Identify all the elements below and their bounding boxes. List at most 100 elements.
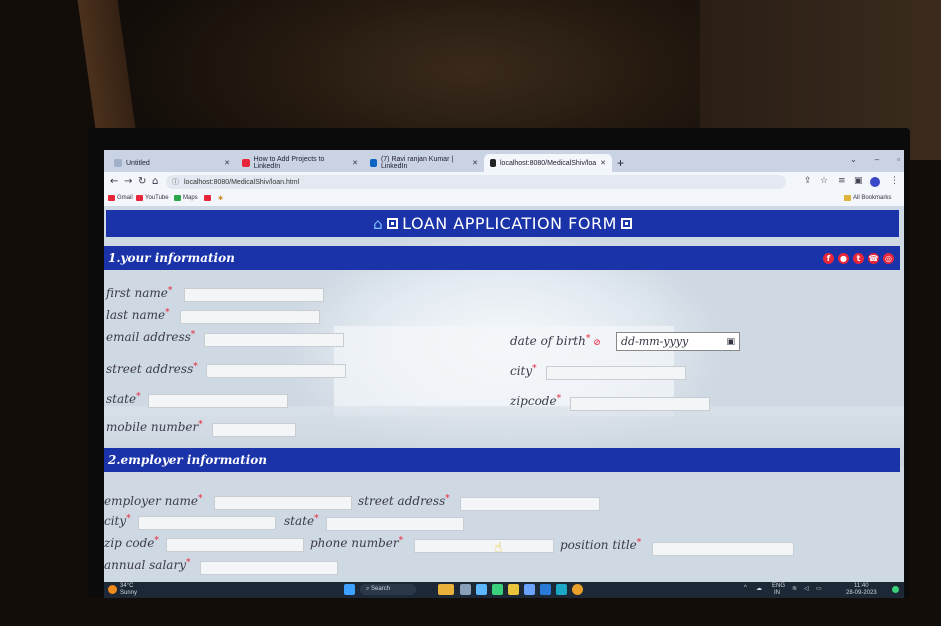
teams-icon[interactable] xyxy=(476,584,487,595)
employer-city-input[interactable] xyxy=(138,516,276,530)
language-label[interactable]: ENG xyxy=(772,583,785,589)
bookmark-label: YouTube xyxy=(145,195,169,201)
home-icon[interactable]: ⌂ xyxy=(152,176,158,187)
tab-label: Untitled xyxy=(126,159,150,167)
position-title-label: position title* xyxy=(560,538,642,552)
maximize-icon[interactable]: ▫ xyxy=(897,155,900,164)
calendar-icon[interactable]: ▣ xyxy=(726,337,735,347)
street-address-label: street address* xyxy=(106,362,198,376)
forward-icon[interactable]: → xyxy=(124,176,132,187)
close-icon[interactable]: ✕ xyxy=(472,159,478,167)
tab-untitled[interactable]: Untitled ✕ xyxy=(108,154,236,172)
employer-street-label: street address* xyxy=(358,494,450,508)
folder-icon xyxy=(844,195,851,201)
mobile-number-label: mobile number* xyxy=(106,420,203,434)
share-icon[interactable]: ⇪ xyxy=(804,176,812,186)
employer-zip-label: zip code* xyxy=(104,536,159,550)
date-of-birth-input[interactable]: dd-mm-yyyy ▣ xyxy=(616,332,740,351)
facebook-icon[interactable]: f xyxy=(823,252,834,264)
windows-start-icon[interactable] xyxy=(344,584,355,595)
tab-linkedin[interactable]: (7) Ravi ranjan Kumar | LinkedIn ✕ xyxy=(364,154,484,172)
bookmark-gmail[interactable]: Gmail xyxy=(108,195,133,201)
twitter-icon[interactable]: t xyxy=(853,252,864,264)
clock-time[interactable]: 11:40 xyxy=(854,583,869,589)
url-input[interactable]: ⓘ localhost:8080/MedicalShiv/loan.html xyxy=(166,175,786,189)
last-name-input[interactable] xyxy=(180,310,320,324)
bookmark-extra[interactable]: ✱ xyxy=(218,195,223,202)
app-icon[interactable] xyxy=(438,584,454,595)
cloud-icon[interactable]: ☁ xyxy=(756,585,762,592)
sidepanel-icon[interactable]: ▣ xyxy=(854,176,863,186)
profile-avatar[interactable] xyxy=(870,177,880,187)
star-icon[interactable]: ☆ xyxy=(820,176,828,186)
instagram-icon[interactable]: ◎ xyxy=(883,252,894,264)
employer-state-label: state* xyxy=(284,514,319,528)
loan-form-page: ⌂ LOAN APPLICATION FORM 1.your informati… xyxy=(104,206,904,582)
chevron-down-icon[interactable]: ⌄ xyxy=(850,155,857,164)
zipcode-input[interactable] xyxy=(570,397,710,411)
notification-icon[interactable] xyxy=(892,586,899,593)
page-title: LOAN APPLICATION FORM xyxy=(402,214,617,233)
employer-zip-input[interactable] xyxy=(166,538,304,552)
bookmark-youtube[interactable]: YouTube xyxy=(136,195,169,201)
bookmark-extra[interactable] xyxy=(204,195,211,201)
position-title-input[interactable] xyxy=(652,542,794,556)
chevron-up-icon[interactable]: ^ xyxy=(744,585,747,591)
minimize-icon[interactable]: – xyxy=(875,155,879,164)
annual-salary-label: annual salary* xyxy=(104,558,191,572)
back-icon[interactable]: ← xyxy=(110,176,118,187)
youtube-icon xyxy=(204,195,211,201)
app-icon[interactable] xyxy=(572,584,583,595)
bookmarks-bar: Gmail YouTube Maps ✱ All Bookmarks xyxy=(104,192,904,206)
weather-icon[interactable] xyxy=(108,585,117,594)
employer-state-input[interactable] xyxy=(326,517,464,531)
social-icons: f ● t ☎ ◎ xyxy=(823,252,894,264)
close-icon[interactable]: ✕ xyxy=(600,159,606,167)
url-text: localhost:8080/MedicalShiv/loan.html xyxy=(184,178,300,186)
state-input[interactable] xyxy=(148,394,288,408)
phone-icon[interactable]: ☎ xyxy=(868,252,879,264)
battery-icon[interactable]: ▭ xyxy=(816,585,822,592)
city-label: city* xyxy=(510,364,537,378)
close-icon[interactable]: ✕ xyxy=(352,159,358,167)
new-tab-button[interactable]: + xyxy=(617,156,624,170)
browser-tab-bar: Untitled ✕ How to Add Projects to Linked… xyxy=(104,150,904,172)
youtube-icon xyxy=(242,159,250,167)
home-icon[interactable]: ⌂ xyxy=(373,215,383,233)
extensions-icon[interactable]: ≡ xyxy=(838,176,846,186)
tab-youtube[interactable]: How to Add Projects to LinkedIn ✕ xyxy=(236,154,364,172)
last-name-label: last name* xyxy=(106,308,170,322)
store-icon[interactable] xyxy=(524,584,535,595)
wifi-icon[interactable]: ≋ xyxy=(792,585,797,592)
chrome-icon[interactable] xyxy=(492,584,503,595)
volume-icon[interactable]: ◁ xyxy=(804,585,809,592)
annual-salary-input[interactable] xyxy=(200,561,338,575)
app-icon[interactable] xyxy=(540,584,551,595)
employer-name-input[interactable] xyxy=(214,496,352,510)
city-input[interactable] xyxy=(546,366,686,380)
all-bookmarks[interactable]: All Bookmarks xyxy=(844,195,891,201)
phone-number-input[interactable] xyxy=(414,539,554,553)
maps-icon xyxy=(174,195,181,201)
mobile-number-input[interactable] xyxy=(212,423,296,437)
region-label: IN xyxy=(774,590,780,596)
section-employer-information: 2.employer information xyxy=(104,448,900,472)
street-address-input[interactable] xyxy=(206,364,346,378)
reload-icon[interactable]: ↻ xyxy=(138,176,146,187)
email-input[interactable] xyxy=(204,333,344,347)
tab-localhost[interactable]: localhost:8080/MedicalShiv/loa ✕ xyxy=(484,154,612,172)
screen: Untitled ✕ How to Add Projects to Linked… xyxy=(104,150,904,598)
clock-date[interactable]: 28-09-2023 xyxy=(846,590,877,596)
bookmark-maps[interactable]: Maps xyxy=(174,195,198,201)
taskbar-search[interactable]: ⌕ Search xyxy=(360,584,416,595)
employer-street-input[interactable] xyxy=(460,497,600,511)
edge-icon[interactable] xyxy=(556,584,567,595)
bookmark-label: Gmail xyxy=(117,195,133,201)
location-icon[interactable]: ● xyxy=(838,252,849,264)
zipcode-label: zipcode* xyxy=(510,394,562,408)
task-view-icon[interactable] xyxy=(460,584,471,595)
file-explorer-icon[interactable] xyxy=(508,584,519,595)
menu-icon[interactable]: ⋮ xyxy=(890,176,899,186)
first-name-input[interactable] xyxy=(184,288,324,302)
close-icon[interactable]: ✕ xyxy=(224,159,230,167)
